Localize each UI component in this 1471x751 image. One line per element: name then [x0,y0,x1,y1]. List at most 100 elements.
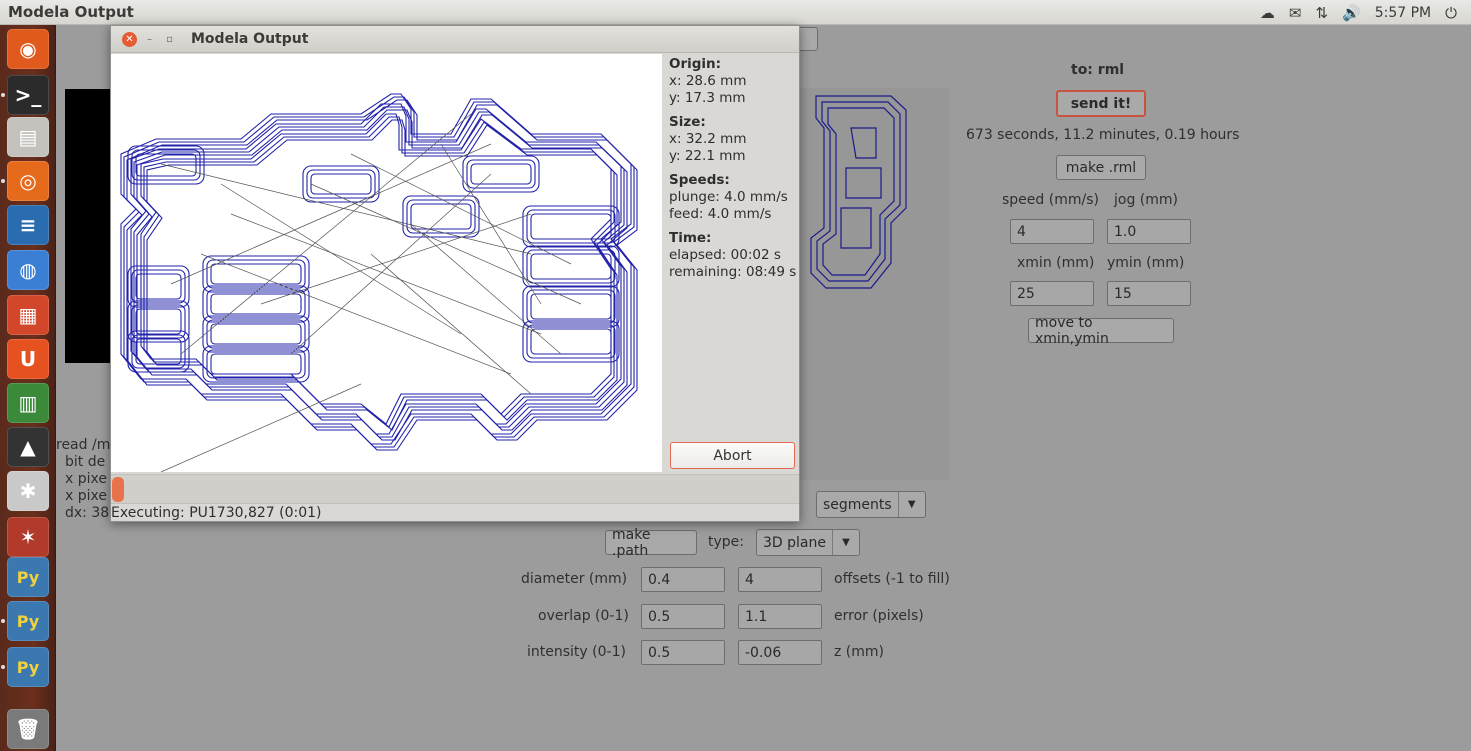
pcb-toolpath-drawing [120,93,638,472]
trace-pad [210,293,302,315]
trace-pad [210,323,302,345]
origin-x: x: 28.6 mm [669,73,747,89]
make-path-button[interactable]: make .path [605,527,697,559]
dialog-titlebar[interactable]: ✕ – ▫ Modela Output [111,26,799,53]
type-dropdown[interactable]: 3D plane ▼ [756,529,860,556]
job-info-panel: Origin: x: 28.6 mm y: 17.3 mm Size: x: 3… [669,56,799,281]
diameter-label: diameter (mm) [521,571,628,587]
trace-pad [302,165,380,203]
travel-move-line [440,143,542,305]
volume-icon[interactable]: 🔊 [1342,4,1361,22]
running-indicator [1,665,5,669]
time-label: Time: [669,230,712,246]
launcher-file-manager-icon[interactable]: ▤ [7,117,49,157]
active-window-title: Modela Output [8,3,134,21]
chevron-down-icon: ▼ [842,537,850,548]
travel-move-line [370,253,532,395]
info-line: x pixe [65,471,107,487]
trace-pad [530,328,612,355]
info-line: bit de [65,454,106,470]
z-field[interactable]: -0.06 [738,640,822,665]
move-to-xmin-ymin-button[interactable]: move to xmin,ymin [1028,315,1174,347]
left-info-text: read /m bit de x pixe x pixe dx: 38 [56,437,110,522]
progress-fill [112,477,124,502]
offsets-field[interactable]: 4 [738,567,822,592]
segments-value: segments [817,492,899,517]
travel-move-line [310,183,582,305]
launcher-text-document-icon[interactable]: ≡ [7,205,49,245]
launcher-inkscape-icon[interactable]: ▲ [7,427,49,467]
launcher-terminal-icon[interactable]: >_ [7,75,49,115]
trace-pad [530,253,612,280]
intensity-field[interactable]: 0.5 [641,640,725,665]
mail-icon[interactable]: ✉ [1289,4,1302,22]
launcher-system-settings-icon[interactable]: ✱ [7,471,49,511]
maximize-icon[interactable]: ▫ [162,32,177,47]
ymin-label: ymin (mm) [1107,255,1185,271]
trace-pad [210,353,302,375]
launcher-trash-icon[interactable]: 🗑 [7,709,49,749]
trace-pad [135,273,182,300]
trace-pad [210,263,302,285]
trace-outline [143,116,615,428]
running-indicator [1,93,5,97]
launcher-python-1-icon[interactable]: Py [7,557,49,597]
progress-bar [111,474,799,504]
jog-field[interactable]: 1.0 [1107,219,1191,244]
make-rml-button[interactable]: make .rml [1056,155,1146,180]
close-icon[interactable]: ✕ [122,32,137,47]
jog-label: jog (mm) [1114,192,1178,208]
trace-pad [522,245,620,288]
launcher-chromium-icon[interactable]: ◍ [7,250,49,290]
diameter-field[interactable]: 0.4 [641,567,725,592]
offsets-label: offsets (-1 to fill) [834,571,950,587]
running-indicator [1,619,5,623]
trace-pad [406,199,476,234]
xmin-label: xmin (mm) [1017,255,1095,271]
cloud-icon[interactable]: ☁ [1260,4,1275,22]
top-panel: Modela Output ☁ ✉ ⇅ 🔊 5:57 PM ⏻ [0,0,1471,25]
power-icon[interactable]: ⏻ [1445,4,1457,22]
info-line: dx: 38 [65,505,110,521]
job-time-estimate: 673 seconds, 11.2 minutes, 0.19 hours [966,127,1240,143]
launcher-spreadsheet-icon[interactable]: ▥ [7,383,49,423]
launcher-python-2-icon[interactable]: Py [7,601,49,641]
z-label: z (mm) [834,644,884,660]
feed-speed: feed: 4.0 mm/s [669,206,772,222]
launcher-presentation-icon[interactable]: ▦ [7,295,49,335]
overlap-label: overlap (0-1) [538,608,629,624]
dialog-title: Modela Output [191,31,309,47]
ymin-field[interactable]: 15 [1107,281,1191,306]
abort-button[interactable]: Abort [670,442,795,469]
system-tray: ☁ ✉ ⇅ 🔊 5:57 PM ⏻ [1260,0,1471,25]
launcher-python-3-icon[interactable]: Py [7,647,49,687]
speeds-label: Speeds: [669,172,730,188]
speed-field[interactable]: 4 [1010,219,1094,244]
launcher-ubuntu-home-icon[interactable]: ◉ [7,29,49,69]
trace-pad [310,173,372,195]
clock[interactable]: 5:57 PM [1375,5,1431,21]
travel-move-line [220,183,462,335]
toolpath-canvas [111,54,662,472]
minimize-icon[interactable]: – [142,32,157,47]
launcher-app-red-icon[interactable]: ✶ [7,517,49,557]
error-field[interactable]: 1.1 [738,604,822,629]
network-icon[interactable]: ⇅ [1315,4,1328,22]
size-label: Size: [669,114,706,130]
send-it-button[interactable]: send it! [1056,90,1146,117]
launcher-firefox-icon[interactable]: ◎ [7,161,49,201]
origin-y: y: 17.3 mm [669,90,746,106]
toolpath-preview [796,88,949,480]
launcher-ubuntu-one-icon[interactable]: U [7,339,49,379]
error-label: error (pixels) [834,608,924,624]
launcher: ◉ >_ ▤ ◎ ≡ ◍ ▦ U ▥ ▲ ✱ ✶ Py Py Py 🗑 [0,25,56,751]
type-value: 3D plane [757,530,833,555]
remaining-time: remaining: 08:49 s [669,264,797,280]
overlap-field[interactable]: 0.5 [641,604,725,629]
xmin-field[interactable]: 25 [1010,281,1094,306]
travel-move-line [260,213,532,305]
modela-output-dialog: ✕ – ▫ Modela Output Origin: x: 28.6 mm y… [110,25,800,522]
trace-pad [530,213,612,240]
segments-dropdown[interactable]: segments ▼ [816,491,926,518]
travel-move-line [290,173,492,355]
